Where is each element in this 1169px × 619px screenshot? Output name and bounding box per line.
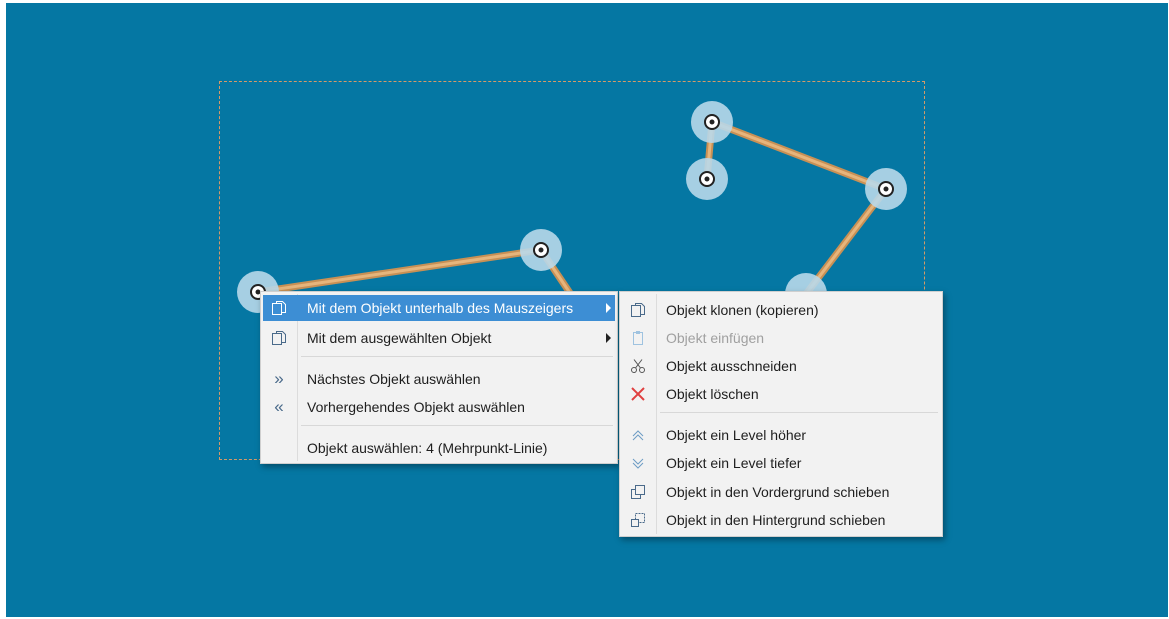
menu-item-label: Mit dem Objekt unterhalb des Mauszeigers	[307, 300, 574, 316]
node-handle-4[interactable]	[686, 158, 728, 200]
menu-separator	[301, 356, 613, 357]
menu-item-label: Objekt auswählen: 4 (Mehrpunkt-Linie)	[307, 440, 548, 456]
double-chevron-left-icon: «	[274, 397, 284, 416]
menu-item-send-to-back[interactable]: Objekt in den Hintergrund schieben	[622, 507, 940, 533]
send-to-back-icon	[622, 512, 654, 528]
clone-icon	[263, 300, 295, 316]
menu-item-label: Objekt ein Level höher	[666, 427, 807, 443]
menu-item-label: Objekt klonen (kopieren)	[666, 302, 819, 318]
double-chevron-right-icon: »	[274, 369, 284, 388]
menu-item-previous-object[interactable]: « Vorhergehendes Objekt auswählen	[263, 394, 615, 420]
node-handle-5[interactable]	[865, 168, 907, 210]
menu-item-delete-object[interactable]: Objekt löschen	[622, 381, 940, 407]
menu-item-selected-object[interactable]: Mit dem ausgewählten Objekt	[263, 325, 615, 351]
delete-x-icon	[622, 386, 654, 402]
bring-to-front-icon	[622, 484, 654, 500]
context-menu: Mit dem Objekt unterhalb des Mauszeigers…	[260, 291, 618, 464]
chevron-up-icon	[622, 427, 654, 443]
menu-item-label: Mit dem ausgewählten Objekt	[307, 330, 492, 346]
menu-item-label: Objekt löschen	[666, 386, 759, 402]
menu-item-select-object[interactable]: Objekt auswählen: 4 (Mehrpunkt-Linie)	[263, 435, 615, 461]
menu-item-label: Nächstes Objekt auswählen	[307, 371, 481, 387]
node-handle-2[interactable]	[520, 229, 562, 271]
menu-separator	[660, 412, 938, 413]
menu-item-bring-to-front[interactable]: Objekt in den Vordergrund schieben	[622, 479, 940, 505]
chevron-down-icon	[622, 455, 654, 471]
menu-item-cut-object[interactable]: Objekt ausschneiden	[622, 353, 940, 379]
menu-item-next-object[interactable]: » Nächstes Objekt auswählen	[263, 366, 615, 392]
menu-item-label: Vorhergehendes Objekt auswählen	[307, 399, 525, 415]
scissors-icon	[622, 358, 654, 374]
menu-item-object-under-cursor[interactable]: Mit dem Objekt unterhalb des Mauszeigers	[263, 295, 615, 321]
menu-item-paste-object[interactable]: Objekt einfügen	[622, 325, 940, 351]
node-handle-3[interactable]	[691, 101, 733, 143]
menu-item-level-up[interactable]: Objekt ein Level höher	[622, 422, 940, 448]
menu-item-label: Objekt ein Level tiefer	[666, 455, 802, 471]
menu-item-clone-object[interactable]: Objekt klonen (kopieren)	[622, 297, 940, 323]
menu-item-label: Objekt ausschneiden	[666, 358, 797, 374]
submenu-arrow-icon	[606, 333, 611, 343]
clone-icon	[263, 330, 295, 346]
paste-icon	[622, 330, 654, 346]
menu-item-level-down[interactable]: Objekt ein Level tiefer	[622, 450, 940, 476]
submenu-arrow-icon	[606, 303, 611, 313]
polyline-right[interactable]	[703, 118, 890, 298]
menu-item-label: Objekt einfügen	[666, 330, 765, 346]
menu-item-label: Objekt in den Vordergrund schieben	[666, 484, 890, 500]
clone-icon	[622, 302, 654, 318]
menu-item-label: Objekt in den Hintergrund schieben	[666, 512, 886, 528]
menu-separator	[301, 425, 613, 426]
object-submenu: Objekt klonen (kopieren) Objekt einfügen…	[619, 291, 943, 537]
